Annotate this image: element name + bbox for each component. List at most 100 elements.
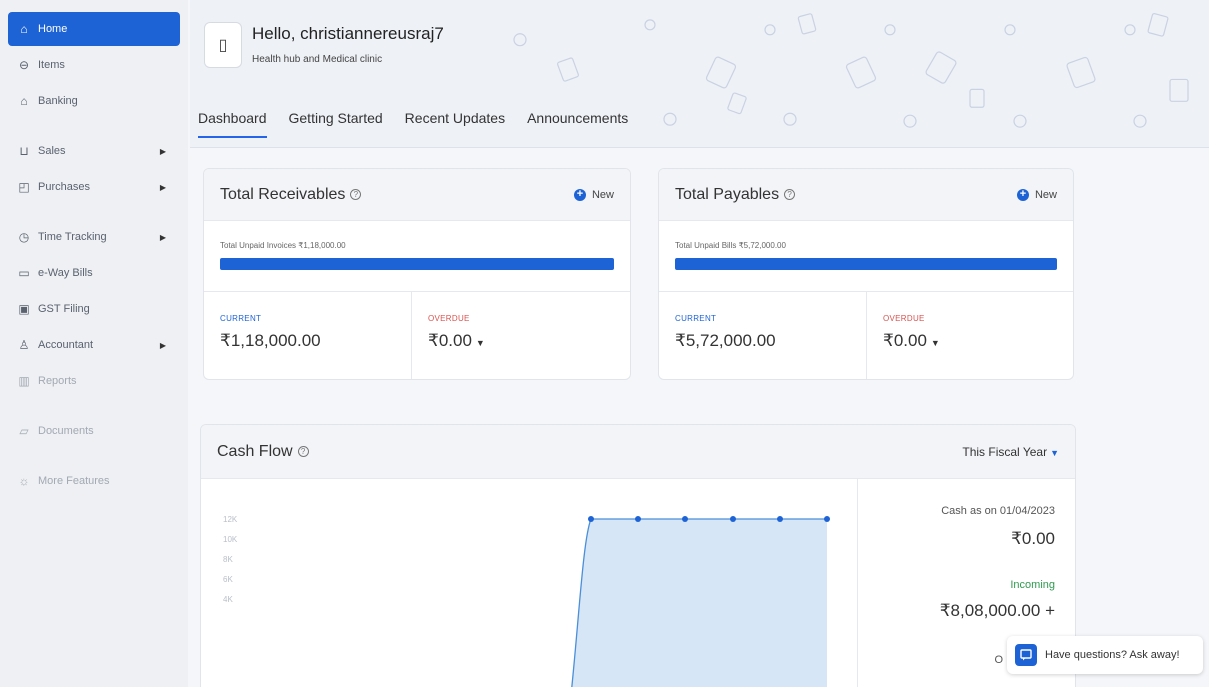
overdue-label: OVERDUE bbox=[883, 314, 925, 323]
sidebar-item-label: Banking bbox=[38, 95, 78, 107]
new-bill-button[interactable]: + New bbox=[1016, 188, 1057, 201]
cashflow-point[interactable] bbox=[777, 516, 783, 522]
cashflow-point[interactable] bbox=[588, 516, 594, 522]
tab-dashboard[interactable]: Dashboard bbox=[198, 106, 267, 144]
sidebar-item-sales[interactable]: ⊔ Sales ▶ bbox=[8, 134, 180, 168]
overdue-amount: ₹0.00 bbox=[428, 331, 472, 350]
sidebar-item-label: GST Filing bbox=[38, 303, 90, 315]
incoming-sign: + bbox=[1045, 601, 1055, 620]
caret-down-icon[interactable]: ▼ bbox=[931, 338, 940, 348]
sidebar-item-items[interactable]: ⊖ Items bbox=[8, 48, 180, 82]
receivables-current[interactable]: CURRENT ₹1,18,000.00 bbox=[204, 292, 412, 379]
help-chat-widget[interactable]: Have questions? Ask away! bbox=[1007, 636, 1203, 674]
sidebar-item-reports[interactable]: ▥ Reports bbox=[8, 364, 180, 398]
incoming-amount: ₹8,08,000.00 bbox=[939, 601, 1041, 620]
receivables-progress-bar bbox=[220, 258, 614, 270]
current-label: CURRENT bbox=[675, 314, 717, 323]
help-text: Have questions? Ask away! bbox=[1045, 649, 1180, 661]
truck-icon: ▭ bbox=[18, 266, 30, 280]
cashflow-point[interactable] bbox=[682, 516, 688, 522]
sidebar: ⌂ Home ⊖ Items ⌂ Banking ⊔ Sales ▶ ◰ Pur… bbox=[0, 0, 188, 687]
sidebar-item-label: Sales bbox=[38, 145, 66, 157]
sidebar-item-label: Accountant bbox=[38, 339, 94, 351]
plus-icon: + bbox=[1016, 188, 1029, 201]
user-icon: ♙ bbox=[18, 338, 30, 352]
unpaid-invoices: Total Unpaid Invoices ₹1,18,000.00 bbox=[220, 241, 346, 250]
folder-icon: ▱ bbox=[19, 424, 29, 438]
current-amount: ₹1,18,000.00 bbox=[220, 331, 321, 350]
chevron-right-icon: ▶ bbox=[159, 340, 166, 350]
sidebar-item-eway-bills[interactable]: ▭ e-Way Bills bbox=[8, 256, 180, 290]
cashflow-area bbox=[571, 519, 827, 687]
more-icon: ☼ bbox=[18, 474, 30, 488]
organization-icon[interactable]: ▯ bbox=[204, 22, 242, 68]
chevron-right-icon: ▶ bbox=[159, 182, 166, 192]
payables-progress-bar bbox=[675, 258, 1057, 270]
sidebar-item-label: Documents bbox=[38, 425, 94, 437]
tab-announcements[interactable]: Announcements bbox=[527, 106, 628, 144]
y-tick-label: 10K bbox=[223, 535, 238, 544]
sidebar-item-label: Home bbox=[38, 23, 68, 35]
sidebar-item-label: Reports bbox=[38, 375, 77, 387]
sidebar-item-banking[interactable]: ⌂ Banking bbox=[8, 84, 180, 118]
payables-title-text: Total Payables bbox=[675, 185, 780, 203]
cashflow-point[interactable] bbox=[824, 516, 830, 522]
overdue-amount: ₹0.00 bbox=[883, 331, 927, 350]
clock-icon: ◷ bbox=[18, 230, 30, 244]
caret-down-icon[interactable]: ▼ bbox=[476, 338, 485, 348]
payables-title: Total Payables ? bbox=[675, 185, 796, 204]
sidebar-item-label: More Features bbox=[38, 475, 110, 487]
cashflow-title-text: Cash Flow bbox=[217, 442, 293, 460]
y-tick-label: 4K bbox=[223, 595, 233, 604]
receivables-overdue[interactable]: OVERDUE ₹0.00 ▼ bbox=[412, 292, 630, 379]
payables-overdue[interactable]: OVERDUE ₹0.00 ▼ bbox=[867, 292, 1073, 379]
tab-getting-started[interactable]: Getting Started bbox=[289, 106, 383, 144]
receivables-card: Total Receivables ? + New Total Unpaid I… bbox=[203, 168, 631, 380]
cashflow-point[interactable] bbox=[635, 516, 641, 522]
home-icon: ⌂ bbox=[20, 22, 28, 36]
greeting: Hello, christiannereusraj7 bbox=[252, 24, 444, 43]
dashboard-tabs: Dashboard Getting Started Recent Updates… bbox=[198, 106, 650, 144]
organization-name: Health hub and Medical clinic bbox=[252, 54, 383, 65]
bag-icon: ◰ bbox=[18, 180, 30, 194]
new-label: New bbox=[591, 188, 614, 201]
sidebar-item-accountant[interactable]: ♙ Accountant ▶ bbox=[8, 328, 180, 362]
sidebar-item-home[interactable]: ⌂ Home bbox=[8, 12, 180, 46]
cashflow-point[interactable] bbox=[730, 516, 736, 522]
receivables-title-text: Total Receivables bbox=[220, 185, 346, 203]
help-icon[interactable]: ? bbox=[297, 446, 309, 457]
range-label: This Fiscal Year bbox=[962, 444, 1048, 459]
y-tick-label: 8K bbox=[223, 555, 233, 564]
help-icon[interactable]: ? bbox=[350, 189, 362, 200]
chevron-down-icon: ▼ bbox=[1050, 447, 1059, 458]
chart-icon: ▥ bbox=[18, 374, 30, 388]
sidebar-item-time-tracking[interactable]: ◷ Time Tracking ▶ bbox=[8, 220, 180, 254]
chat-icon bbox=[1015, 644, 1037, 666]
unpaid-bills: Total Unpaid Bills ₹5,72,000.00 bbox=[675, 241, 786, 250]
cash-amount: ₹0.00 bbox=[1011, 529, 1055, 548]
fiscal-year-dropdown[interactable]: This Fiscal Year ▼ bbox=[962, 445, 1059, 459]
incoming-label: Incoming bbox=[1010, 579, 1055, 591]
sidebar-item-purchases[interactable]: ◰ Purchases ▶ bbox=[8, 170, 180, 204]
cash-as-on-label: Cash as on 01/04/2023 bbox=[941, 505, 1055, 517]
cashflow-card: Cash Flow ? This Fiscal Year ▼ 12K 10K 8K 6K… bbox=[200, 424, 1076, 687]
y-tick-label: 6K bbox=[223, 575, 233, 584]
current-label: CURRENT bbox=[220, 314, 262, 323]
cashflow-title: Cash Flow ? bbox=[217, 443, 309, 461]
overdue-label: OVERDUE bbox=[428, 314, 470, 323]
payables-current[interactable]: CURRENT ₹5,72,000.00 bbox=[659, 292, 867, 379]
sidebar-item-gst-filing[interactable]: ▣ GST Filing bbox=[8, 292, 180, 326]
items-icon: ⊖ bbox=[18, 58, 30, 72]
dashboard-header: ▯ Hello, christiannereusraj7 Health hub … bbox=[190, 0, 1209, 148]
tab-recent-updates[interactable]: Recent Updates bbox=[405, 106, 505, 144]
cart-icon: ⊔ bbox=[19, 144, 29, 158]
sidebar-item-documents[interactable]: ▱ Documents bbox=[8, 414, 180, 448]
cashflow-chart: 12K 10K 8K 6K 4K bbox=[223, 515, 830, 687]
plus-icon: + bbox=[573, 188, 586, 201]
new-label: New bbox=[1034, 188, 1057, 201]
y-tick-label: 12K bbox=[223, 515, 238, 524]
new-invoice-button[interactable]: + New bbox=[573, 188, 614, 201]
help-icon[interactable]: ? bbox=[784, 189, 796, 200]
sidebar-item-more-features[interactable]: ☼ More Features bbox=[8, 464, 180, 498]
document-icon: ▣ bbox=[18, 302, 30, 316]
